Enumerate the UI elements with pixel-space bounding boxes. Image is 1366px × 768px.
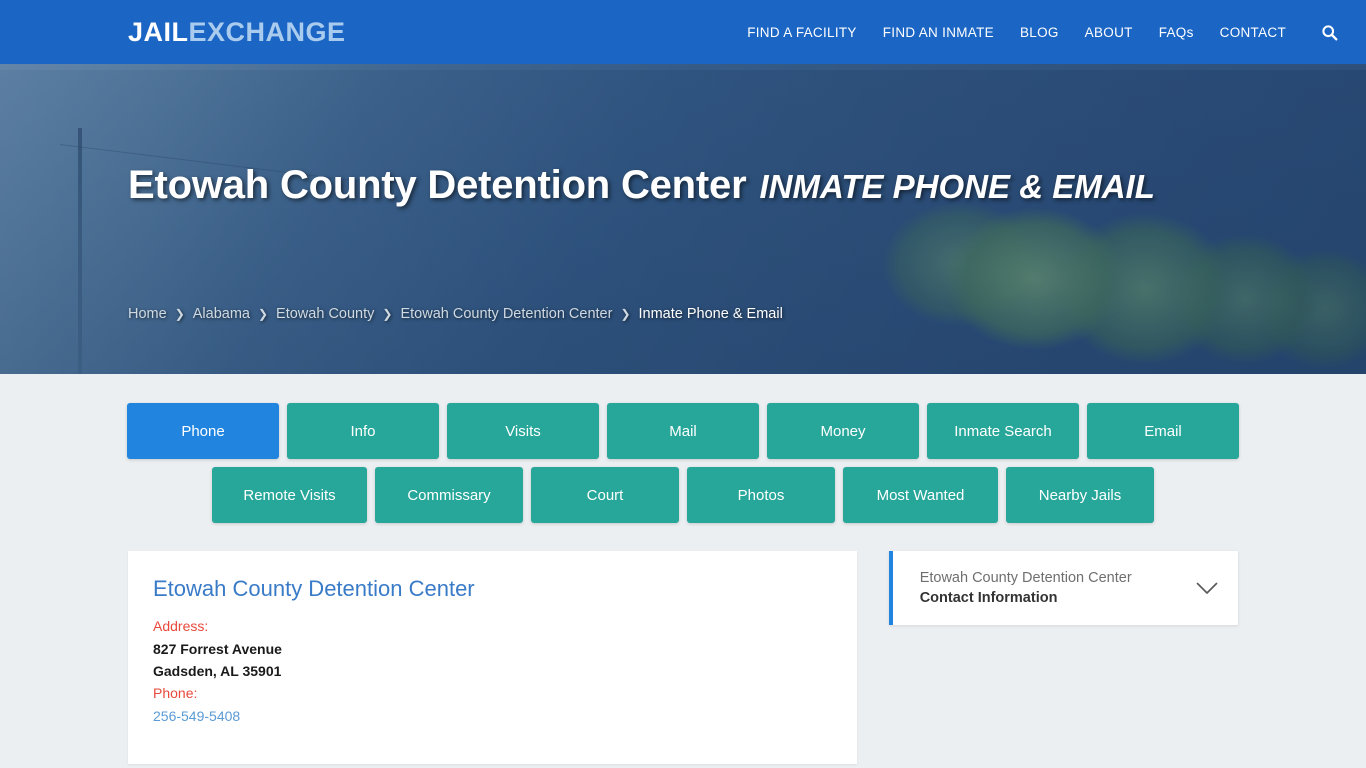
breadcrumb-separator-icon: ❯ [174, 307, 185, 321]
hero-banner: Etowah County Detention Center INMATE PH… [0, 64, 1366, 374]
nav-item-find-an-inmate[interactable]: FIND AN INMATE [883, 25, 994, 40]
contact-information-accordion[interactable]: Etowah County Detention Center Contact I… [888, 551, 1238, 625]
breadcrumb-item-etowah-county[interactable]: Etowah County [276, 306, 374, 322]
site-header: JAIL EXCHANGE FIND A FACILITY FIND AN INM… [0, 0, 1366, 64]
nav-item-blog[interactable]: BLOG [1020, 25, 1059, 40]
tab-row-secondary: Remote Visits Commissary Court Photos Mo… [212, 467, 1154, 523]
breadcrumb-item-current: Inmate Phone & Email [638, 306, 783, 322]
facility-tab-buttons: Phone Info Visits Mail Money Inmate Sear… [0, 374, 1366, 523]
address-line-1: 827 Forrest Avenue [153, 641, 282, 657]
nav-item-find-a-facility[interactable]: FIND A FACILITY [747, 25, 857, 40]
page-title-subtitle: INMATE PHONE & EMAIL [759, 168, 1155, 205]
main-content: Etowah County Detention Center Address: … [0, 523, 1366, 764]
logo-secondary-text: EXCHANGE [188, 16, 346, 47]
tab-info[interactable]: Info [287, 403, 439, 459]
tab-phone[interactable]: Phone [127, 403, 279, 459]
logo-primary-text: JAIL [128, 16, 189, 47]
facility-name-heading[interactable]: Etowah County Detention Center [153, 576, 831, 602]
breadcrumb-separator-icon: ❯ [382, 307, 393, 321]
tab-mail[interactable]: Mail [607, 403, 759, 459]
breadcrumb-item-facility[interactable]: Etowah County Detention Center [400, 306, 612, 322]
breadcrumb: Home ❯ Alabama ❯ Etowah County ❯ Etowah … [128, 306, 783, 322]
breadcrumb-item-alabama[interactable]: Alabama [193, 306, 250, 322]
tab-commissary[interactable]: Commissary [375, 467, 523, 523]
breadcrumb-item-home[interactable]: Home [128, 306, 167, 322]
sidebar: Etowah County Detention Center Contact I… [888, 551, 1238, 625]
page-title-main: Etowah County Detention Center [128, 163, 747, 207]
nav-item-faqs[interactable]: FAQs [1159, 25, 1194, 40]
phone-label: Phone: [153, 685, 198, 701]
nav-item-about[interactable]: ABOUT [1085, 25, 1133, 40]
address-label: Address: [153, 618, 209, 634]
tab-visits[interactable]: Visits [447, 403, 599, 459]
facility-info-card: Etowah County Detention Center Address: … [128, 551, 857, 764]
tab-email[interactable]: Email [1087, 403, 1239, 459]
tab-remote-visits[interactable]: Remote Visits [212, 467, 367, 523]
accordion-facility-name: Etowah County Detention Center [919, 570, 1132, 586]
tab-most-wanted[interactable]: Most Wanted [843, 467, 998, 523]
main-navigation: FIND A FACILITY FIND AN INMATE BLOG ABOU… [747, 21, 1340, 43]
search-icon[interactable] [1318, 21, 1340, 43]
chevron-down-icon[interactable] [1194, 575, 1220, 601]
phone-number-link[interactable]: 256-549-5408 [153, 705, 240, 727]
accordion-title: Contact Information [919, 590, 1058, 606]
page-title: Etowah County Detention Center INMATE PH… [128, 163, 1155, 208]
tab-inmate-search[interactable]: Inmate Search [927, 403, 1079, 459]
tab-court[interactable]: Court [531, 467, 679, 523]
nav-item-contact[interactable]: CONTACT [1220, 25, 1286, 40]
tab-photos[interactable]: Photos [687, 467, 835, 523]
breadcrumb-separator-icon: ❯ [257, 307, 269, 321]
accordion-text-block: Etowah County Detention Center Contact I… [920, 568, 1194, 608]
tab-row-primary: Phone Info Visits Mail Money Inmate Sear… [127, 403, 1239, 459]
breadcrumb-separator-icon: ❯ [620, 307, 631, 321]
address-line-2: Gadsden, AL 35901 [153, 663, 282, 679]
tab-money[interactable]: Money [767, 403, 919, 459]
site-logo[interactable]: JAIL EXCHANGE [128, 16, 346, 47]
tab-nearby-jails[interactable]: Nearby Jails [1006, 467, 1154, 523]
